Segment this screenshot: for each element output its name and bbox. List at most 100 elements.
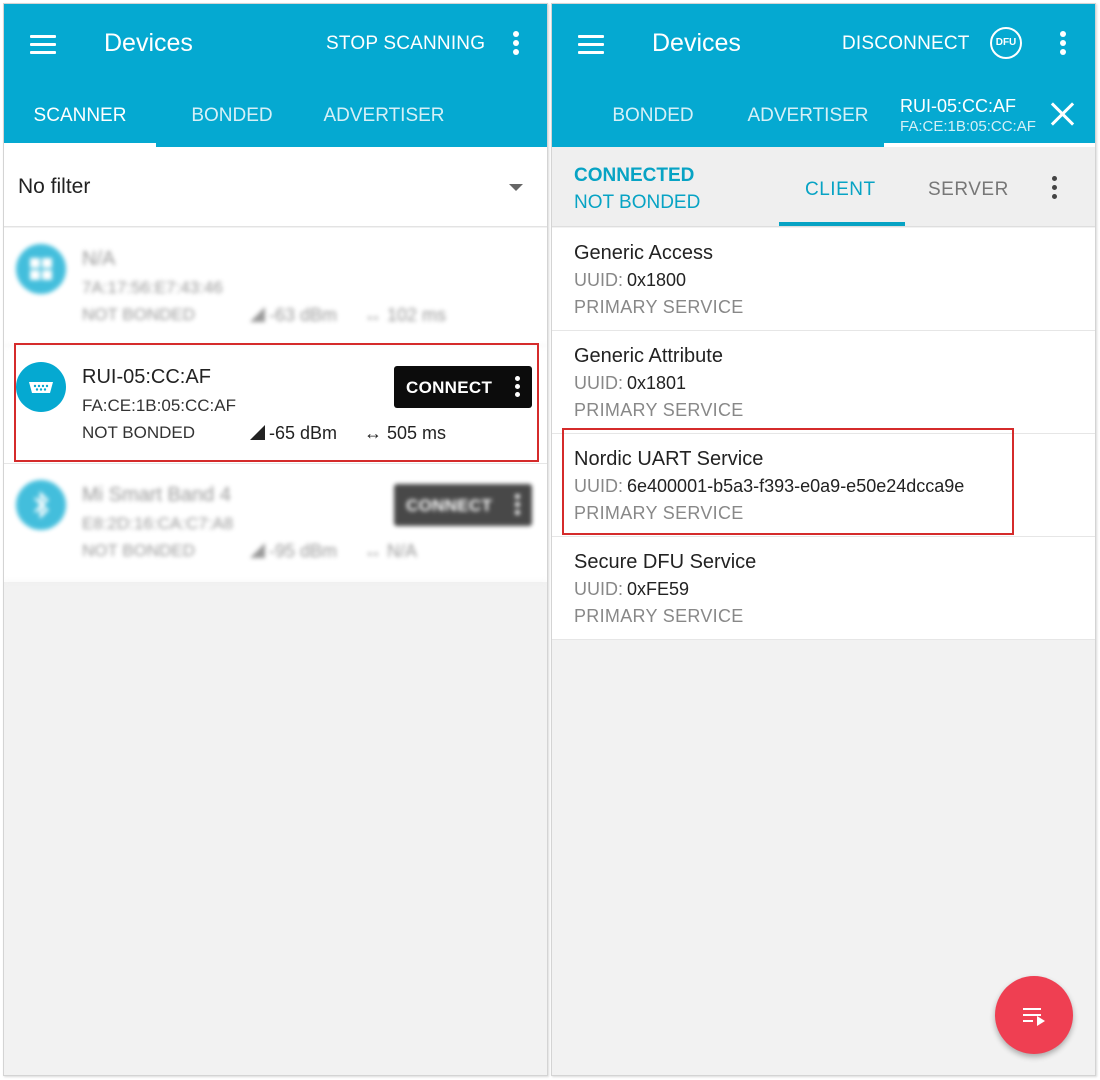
- menu-icon[interactable]: [28, 32, 58, 56]
- service-uuid: UUID: 0xFE59: [574, 579, 689, 600]
- windows-icon: [16, 244, 66, 294]
- device-address: FA:CE:1B:05:CC:AF: [82, 396, 236, 415]
- service-type: PRIMARY SERVICE: [574, 606, 744, 626]
- scanner-screen: Devices STOP SCANNING SCANNER BONDED ADV…: [3, 3, 548, 1076]
- bond-state: NOT BONDED: [82, 305, 196, 324]
- connect-button[interactable]: CONNECT: [394, 366, 532, 408]
- interval-value: ↔ 505 ms: [364, 423, 446, 444]
- menu-icon[interactable]: [576, 32, 606, 56]
- tab-bonded[interactable]: BONDED: [577, 94, 729, 147]
- uuid-value: 0x1801: [627, 373, 687, 393]
- bluetooth-icon: [16, 480, 66, 530]
- device-address: E8:2D:16:CA:C7:A8: [82, 514, 234, 533]
- service-uuid: UUID: 6e400001-b5a3-f393-e0a9-e50e24dcca9…: [574, 476, 964, 497]
- connection-state: CONNECTED: [574, 165, 695, 186]
- rssi-value: -95 dBm: [250, 541, 337, 562]
- more-options-icon[interactable]: [1056, 29, 1070, 59]
- disconnect-button[interactable]: DISCONNECT: [842, 33, 970, 55]
- connect-button[interactable]: CONNECT: [394, 484, 532, 526]
- dfu-icon[interactable]: DFU: [990, 27, 1022, 59]
- device-list: N/A 7A:17:56:E7:43:46 NOT BONDED -63 dBm…: [4, 228, 547, 582]
- device-tab-name: RUI-05:CC:AF: [900, 96, 1017, 116]
- tab-advertiser[interactable]: ADVERTISER: [308, 94, 460, 147]
- service-name: Secure DFU Service: [574, 551, 757, 573]
- interval-text: 505 ms: [387, 423, 447, 443]
- service-name: Generic Attribute: [574, 345, 723, 367]
- service-uuid: UUID: 0x1800: [574, 270, 686, 291]
- uuid-label: UUID:: [574, 373, 623, 393]
- device-name: RUI-05:CC:AF: [82, 366, 211, 388]
- device-row[interactable]: RUI-05:CC:AF FA:CE:1B:05:CC:AF NOT BONDE…: [4, 346, 547, 464]
- device-address: 7A:17:56:E7:43:46: [82, 278, 223, 297]
- tab-bonded-label: BONDED: [612, 105, 694, 126]
- signal-strength-icon: [250, 543, 265, 558]
- connection-status-bar: CONNECTED NOT BONDED CLIENT SERVER: [552, 147, 1095, 227]
- signal-strength-icon: [250, 425, 265, 440]
- serial-port-icon: [16, 362, 66, 412]
- rssi-value: -65 dBm: [250, 423, 337, 444]
- connect-more-icon[interactable]: [514, 376, 522, 398]
- connect-label: CONNECT: [406, 378, 493, 397]
- stop-scanning-button[interactable]: STOP SCANNING: [326, 33, 485, 55]
- rssi-text: -63 dBm: [269, 305, 338, 325]
- app-bar: Devices DISCONNECT DFU BONDED ADVERTISER…: [552, 4, 1095, 147]
- filter-value: No filter: [18, 175, 91, 198]
- service-type: PRIMARY SERVICE: [574, 503, 744, 523]
- bond-state: NOT BONDED: [82, 423, 196, 442]
- interval-value: ↔ 102 ms: [364, 305, 446, 326]
- service-list: Generic Access UUID: 0x1800 PRIMARY SERVI…: [552, 228, 1095, 640]
- interval-text: 102 ms: [387, 305, 447, 325]
- service-type: PRIMARY SERVICE: [574, 400, 744, 420]
- rssi-text: -95 dBm: [269, 541, 338, 561]
- device-name: N/A: [82, 248, 116, 270]
- playlist-icon: [1023, 1006, 1047, 1026]
- uuid-label: UUID:: [574, 476, 623, 496]
- device-tab-address: FA:CE:1B:05:CC:AF: [900, 118, 1036, 135]
- device-row[interactable]: N/A 7A:17:56:E7:43:46 NOT BONDED -63 dBm…: [4, 228, 547, 346]
- connect-label: CONNECT: [406, 496, 493, 515]
- tab-scanner-label: SCANNER: [33, 105, 127, 126]
- device-screen: Devices DISCONNECT DFU BONDED ADVERTISER…: [551, 3, 1096, 1076]
- close-icon[interactable]: [1049, 100, 1077, 128]
- more-options-icon[interactable]: [509, 29, 523, 59]
- tab-advertiser[interactable]: ADVERTISER: [732, 94, 884, 147]
- dropdown-arrow-icon: [509, 184, 523, 191]
- service-name: Nordic UART Service: [574, 448, 764, 470]
- interval-arrows-icon: ↔: [364, 423, 382, 443]
- app-title: Devices: [652, 29, 741, 57]
- uuid-value: 6e400001-b5a3-f393-e0a9-e50e24dcca9e: [627, 476, 965, 496]
- connect-more-icon[interactable]: [514, 494, 522, 516]
- device-name: Mi Smart Band 4: [82, 484, 231, 506]
- log-fab-button[interactable]: [995, 976, 1073, 1054]
- uuid-label: UUID:: [574, 270, 623, 290]
- service-item[interactable]: Secure DFU Service UUID: 0xFE59 PRIMARY S…: [552, 537, 1095, 640]
- uuid-label: UUID:: [574, 579, 623, 599]
- uuid-value: 0x1800: [627, 270, 687, 290]
- uuid-value: 0xFE59: [627, 579, 690, 599]
- interval-arrows-icon: ↔: [364, 305, 382, 325]
- bond-state: NOT BONDED: [574, 192, 701, 213]
- tab-advertiser-label: ADVERTISER: [747, 105, 869, 126]
- service-uuid: UUID: 0x1801: [574, 373, 686, 394]
- tab-server[interactable]: SERVER: [928, 179, 1009, 201]
- app-title: Devices: [104, 29, 193, 57]
- bond-state: NOT BONDED: [82, 541, 196, 560]
- interval-text: N/A: [387, 541, 418, 561]
- tab-scanner[interactable]: SCANNER: [4, 94, 156, 147]
- service-type: PRIMARY SERVICE: [574, 297, 744, 317]
- more-options-icon[interactable]: [1048, 174, 1062, 204]
- tab-bonded-label: BONDED: [191, 105, 273, 126]
- service-item[interactable]: Nordic UART Service UUID: 6e400001-b5a3-f…: [552, 434, 1095, 537]
- tab-client[interactable]: CLIENT: [805, 179, 876, 201]
- rssi-text: -65 dBm: [269, 423, 338, 443]
- tab-bonded[interactable]: BONDED: [156, 94, 308, 147]
- service-item[interactable]: Generic Attribute UUID: 0x1801 PRIMARY SE…: [552, 331, 1095, 434]
- app-bar: Devices STOP SCANNING SCANNER BONDED ADV…: [4, 4, 547, 147]
- filter-dropdown[interactable]: No filter: [4, 147, 547, 227]
- device-row[interactable]: Mi Smart Band 4 E8:2D:16:CA:C7:A8 NOT BO…: [4, 464, 547, 582]
- interval-value: ↔ N/A: [364, 541, 417, 562]
- subtab-indicator: [779, 222, 905, 226]
- interval-arrows-icon: ↔: [364, 541, 382, 561]
- service-item[interactable]: Generic Access UUID: 0x1800 PRIMARY SERVI…: [552, 228, 1095, 331]
- rssi-value: -63 dBm: [250, 305, 337, 326]
